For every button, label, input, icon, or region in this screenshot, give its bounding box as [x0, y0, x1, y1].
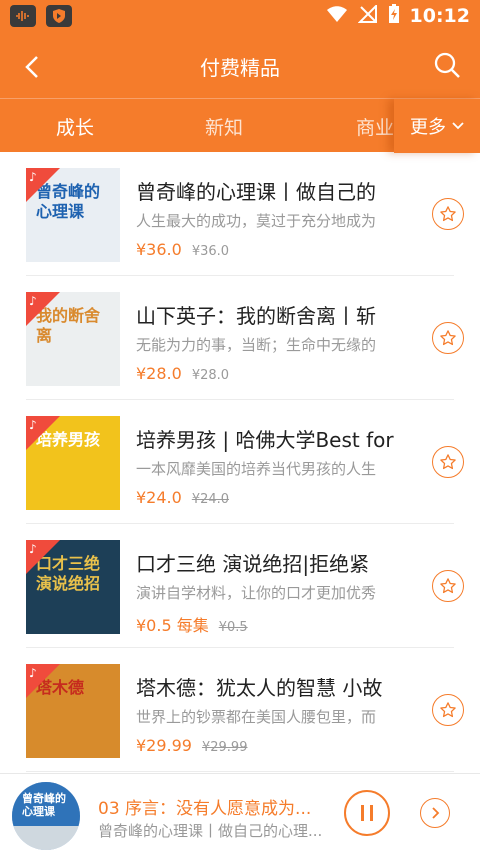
book-item[interactable]: 塔木德 ♪ 塔木德：犹太人的智慧 小故 世界上的钞票都在美国人腰包里，而 ¥29… [26, 648, 464, 772]
vip-badge-icon: ♪ [29, 418, 37, 432]
book-cover[interactable]: 口才三绝 演说绝招 ♪ [26, 540, 120, 634]
search-icon [434, 52, 460, 78]
book-title: 曾奇峰的心理课丨做自己的 [136, 180, 376, 204]
current-price: ¥29.99 [136, 736, 192, 755]
tab-business[interactable]: 商业 [356, 113, 394, 140]
star-icon [440, 578, 456, 594]
more-tabs-button[interactable]: 更多 [394, 99, 480, 153]
favorite-button[interactable] [432, 694, 464, 726]
current-price: ¥28.0 [136, 364, 182, 383]
original-price: ¥24.0 [191, 492, 230, 507]
book-title: 塔木德：犹太人的智慧 小故 [136, 676, 383, 700]
book-price: ¥0.5 每集 ¥0.5 [136, 612, 248, 636]
book-item[interactable]: 口才三绝 演说绝招 ♪ 口才三绝 演说绝招|拒绝紧 演讲自学材料，让你的口才更加… [26, 524, 464, 648]
favorite-button[interactable] [432, 322, 464, 354]
search-button[interactable] [432, 50, 462, 80]
player-cover[interactable]: 曾奇峰的心理课 [12, 782, 80, 850]
favorite-button[interactable] [432, 570, 464, 602]
no-signal-icon [357, 3, 378, 27]
book-cover[interactable]: 曾奇峰的心理课 ♪ [26, 168, 120, 262]
chevron-right-icon [432, 807, 440, 819]
audio-app-icon [10, 5, 36, 27]
player-track-title: 03 序言：没有人愿意成为... [98, 799, 312, 819]
book-item[interactable]: 培养男孩 ♪ 培养男孩 | 哈佛大学Best for 一本风靡美国的培养当代男孩… [26, 400, 464, 524]
tab-growth[interactable]: 成长 [56, 113, 94, 140]
star-icon [440, 330, 456, 346]
star-icon [440, 702, 456, 718]
current-price: ¥0.5 每集 [136, 616, 209, 635]
book-price: ¥28.0 ¥28.0 [136, 364, 229, 383]
original-price: ¥29.99 [201, 740, 248, 755]
pause-icon [361, 805, 373, 821]
book-description: 世界上的钞票都在美国人腰包里，而 [136, 708, 377, 726]
tab-new-knowledge[interactable]: 新知 [205, 113, 243, 140]
book-item[interactable]: 我的断舍离 ♪ 山下英子：我的断舍离丨斩 无能为力的事，当断；生命中无缘的 ¥2… [26, 276, 464, 400]
book-title: 培养男孩 | 哈佛大学Best for [136, 428, 394, 452]
pause-button[interactable] [344, 790, 390, 836]
status-bar: 10:12 [0, 0, 480, 34]
book-price: ¥36.0 ¥36.0 [136, 240, 229, 259]
vip-badge-icon: ♪ [29, 666, 37, 680]
original-price: ¥36.0 [191, 244, 230, 259]
vip-badge-icon: ♪ [29, 294, 37, 308]
player-cover-text: 曾奇峰的心理课 [22, 792, 66, 818]
clock: 10:12 [409, 5, 470, 27]
original-price: ¥0.5 [218, 620, 248, 635]
wifi-icon [326, 5, 348, 27]
book-cover[interactable]: 塔木德 ♪ [26, 664, 120, 758]
book-description: 一本风靡美国的培养当代男孩的人生 [136, 460, 377, 478]
current-price: ¥24.0 [136, 488, 182, 507]
favorite-button[interactable] [432, 446, 464, 478]
book-item[interactable]: 曾奇峰的心理课 ♪ 曾奇峰的心理课丨做自己的 人生最大的成功，莫过于充分地成为 … [26, 152, 464, 276]
star-icon [440, 206, 456, 222]
battery-charging-icon [388, 4, 400, 28]
more-label: 更多 [410, 117, 446, 138]
player-album-title: 曾奇峰的心理课丨做自己的心理... [98, 822, 323, 840]
book-description: 无能为力的事，当断；生命中无缘的 [136, 336, 377, 354]
current-price: ¥36.0 [136, 240, 182, 259]
vip-badge-icon: ♪ [29, 170, 37, 184]
book-price: ¥29.99 ¥29.99 [136, 736, 247, 755]
book-cover[interactable]: 我的断舍离 ♪ [26, 292, 120, 386]
book-title: 山下英子：我的断舍离丨斩 [136, 304, 376, 328]
chevron-down-icon [452, 122, 464, 130]
book-price: ¥24.0 ¥24.0 [136, 488, 229, 507]
book-description: 演讲自学材料，让你的口才更加优秀 [136, 584, 377, 602]
page-title: 付费精品 [200, 56, 280, 80]
mini-player[interactable]: 曾奇峰的心理课 03 序言：没有人愿意成为... 曾奇峰的心理课丨做自己的心理.… [0, 773, 480, 853]
book-description: 人生最大的成功，莫过于充分地成为 [136, 212, 377, 230]
shield-app-icon [46, 5, 72, 27]
category-tabs: 成长 新知 商业 更多 [0, 98, 480, 153]
star-icon [440, 454, 456, 470]
book-title: 口才三绝 演说绝招|拒绝紧 [136, 552, 370, 576]
vip-badge-icon: ♪ [29, 542, 37, 556]
favorite-button[interactable] [432, 198, 464, 230]
original-price: ¥28.0 [191, 368, 230, 383]
next-button[interactable] [420, 798, 450, 828]
title-bar: 付费精品 [0, 34, 480, 98]
book-cover[interactable]: 培养男孩 ♪ [26, 416, 120, 510]
book-list: 曾奇峰的心理课 ♪ 曾奇峰的心理课丨做自己的 人生最大的成功，莫过于充分地成为 … [0, 152, 480, 772]
